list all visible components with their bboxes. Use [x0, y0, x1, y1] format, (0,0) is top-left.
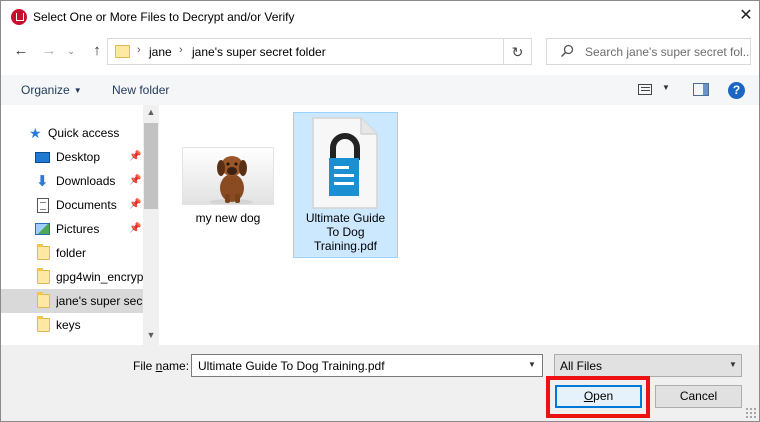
navigation-pane: ★ Quick access Desktop 📌 ⬇ Downloads 📌 D…: [1, 105, 159, 345]
sidebar-item-quick-access[interactable]: ★ Quick access: [1, 121, 143, 145]
scroll-down-arrow-icon[interactable]: ▼: [143, 330, 159, 340]
file-type-value: All Files: [560, 359, 603, 373]
sidebar-item-pictures[interactable]: Pictures 📌: [1, 217, 143, 241]
sidebar-item-label: Downloads: [56, 174, 116, 188]
sidebar-item-label: Pictures: [56, 222, 100, 236]
view-options-chevron-icon[interactable]: ▼: [662, 83, 670, 92]
file-name-field[interactable]: Ultimate Guide To Dog Training.pdf ▼: [191, 354, 543, 377]
folder-icon: [37, 268, 50, 284]
recent-locations-chevron-icon[interactable]: ⌄: [65, 41, 77, 61]
address-bar[interactable]: › jane › jane's super secret folder: [107, 38, 504, 65]
search-icon: [560, 44, 574, 58]
organize-label: Organize: [21, 83, 70, 97]
dialog-footer: File name: Ultimate Guide To Dog Trainin…: [1, 345, 759, 421]
sidebar-item-label: Quick access: [48, 126, 120, 140]
star-icon: ★: [29, 125, 42, 141]
up-arrow-icon[interactable]: ↑: [87, 41, 107, 61]
file-name-label: File name:: [133, 359, 189, 373]
breadcrumb-separator-icon[interactable]: ›: [137, 44, 141, 56]
folder-icon: [37, 292, 50, 308]
change-view-icon[interactable]: [638, 84, 652, 95]
forward-arrow-icon[interactable]: →: [39, 41, 59, 61]
sidebar-item-folder[interactable]: folder: [1, 241, 143, 265]
file-type-select[interactable]: All Files ▼: [554, 354, 742, 377]
file-name-value: Ultimate Guide To Dog Training.pdf: [198, 359, 385, 373]
pin-icon: 📌: [129, 175, 142, 186]
sidebar-item-gpg4win-encryp[interactable]: gpg4win_encryp: [1, 265, 143, 289]
chevron-down-icon: ▼: [73, 86, 82, 95]
pin-icon: 📌: [129, 223, 142, 234]
folder-icon: [37, 244, 50, 260]
sidebar-item-label: jane's super secr: [56, 294, 143, 308]
chevron-down-icon[interactable]: ▼: [528, 360, 536, 369]
file-name-line: Training.pdf: [314, 239, 377, 253]
title-bar: Select One or More Files to Decrypt and/…: [1, 1, 759, 32]
file-name-line: To Dog: [326, 225, 365, 239]
breadcrumb-item[interactable]: jane's super secret folder: [192, 45, 326, 59]
refresh-icon[interactable]: ↻: [504, 38, 532, 65]
scrollbar-thumb[interactable]: [144, 123, 158, 209]
downloads-icon: ⬇: [36, 173, 49, 190]
close-icon[interactable]: ✕: [735, 5, 757, 27]
file-list: my new dog Ultimate Guide To Dog Trainin…: [159, 105, 759, 345]
sidebar-item-label: gpg4win_encryp: [56, 270, 143, 284]
sidebar-item-label: folder: [56, 246, 87, 260]
sidebar-item-label: Documents: [56, 198, 117, 212]
navigation-bar: ← → ⌄ ↑ › jane › jane's super secret fol…: [1, 35, 759, 69]
resize-grip-icon[interactable]: [745, 407, 757, 419]
search-input[interactable]: [585, 40, 749, 63]
encrypted-pdf-icon: [312, 117, 378, 209]
dog-illustration: [209, 156, 253, 204]
file-name-label-part: ame:: [162, 359, 190, 373]
folder-icon: [37, 316, 50, 332]
open-button-label: pen: [593, 389, 614, 403]
search-box[interactable]: [546, 38, 751, 65]
back-arrow-icon[interactable]: ←: [11, 41, 31, 61]
sidebar-item-desktop[interactable]: Desktop 📌: [1, 145, 143, 169]
kleopatra-app-icon: [11, 9, 27, 25]
file-name-label-part: File: [133, 359, 156, 373]
open-button[interactable]: Open: [555, 385, 642, 408]
window-title: Select One or More Files to Decrypt and/…: [33, 10, 295, 24]
sidebar-item-janes-super-secret-folder[interactable]: jane's super secr: [1, 289, 143, 313]
folder-icon: [115, 45, 130, 58]
documents-icon: [37, 198, 49, 213]
scroll-up-arrow-icon[interactable]: ▲: [143, 107, 159, 117]
organize-button[interactable]: Organize ▼: [21, 83, 82, 97]
toolbar: Organize ▼ New folder ▼ ?: [1, 75, 759, 105]
file-name-label: Ultimate Guide To Dog Training.pdf: [294, 211, 397, 253]
preview-pane-icon[interactable]: [693, 83, 709, 96]
file-item-ultimate-guide-pdf[interactable]: Ultimate Guide To Dog Training.pdf: [293, 112, 398, 258]
chevron-down-icon: ▼: [729, 360, 737, 369]
help-icon[interactable]: ?: [728, 82, 745, 99]
sidebar-scrollbar[interactable]: ▲ ▼: [143, 105, 159, 345]
file-name-label: my new dog: [195, 211, 261, 225]
pin-icon: 📌: [129, 151, 142, 162]
open-button-accesskey: O: [583, 389, 594, 403]
cancel-button[interactable]: Cancel: [655, 385, 742, 408]
new-folder-button[interactable]: New folder: [112, 83, 169, 97]
sidebar-item-label: Desktop: [56, 150, 101, 164]
breadcrumb-separator-icon[interactable]: ›: [179, 44, 183, 56]
sidebar-item-downloads[interactable]: ⬇ Downloads 📌: [1, 169, 143, 193]
sidebar-item-label: keys: [56, 318, 81, 332]
file-item-my-new-dog[interactable]: my new dog: [159, 105, 297, 257]
sidebar-item-keys[interactable]: keys: [1, 313, 143, 337]
pin-icon: 📌: [129, 199, 142, 210]
file-open-dialog: Select One or More Files to Decrypt and/…: [0, 0, 760, 422]
desktop-icon: [35, 152, 50, 163]
pictures-icon: [35, 223, 50, 235]
sidebar-item-documents[interactable]: Documents 📌: [1, 193, 143, 217]
file-name-line: Ultimate Guide: [305, 211, 386, 225]
dog-photo-thumbnail: [182, 147, 274, 205]
breadcrumb-item[interactable]: jane: [149, 45, 172, 59]
